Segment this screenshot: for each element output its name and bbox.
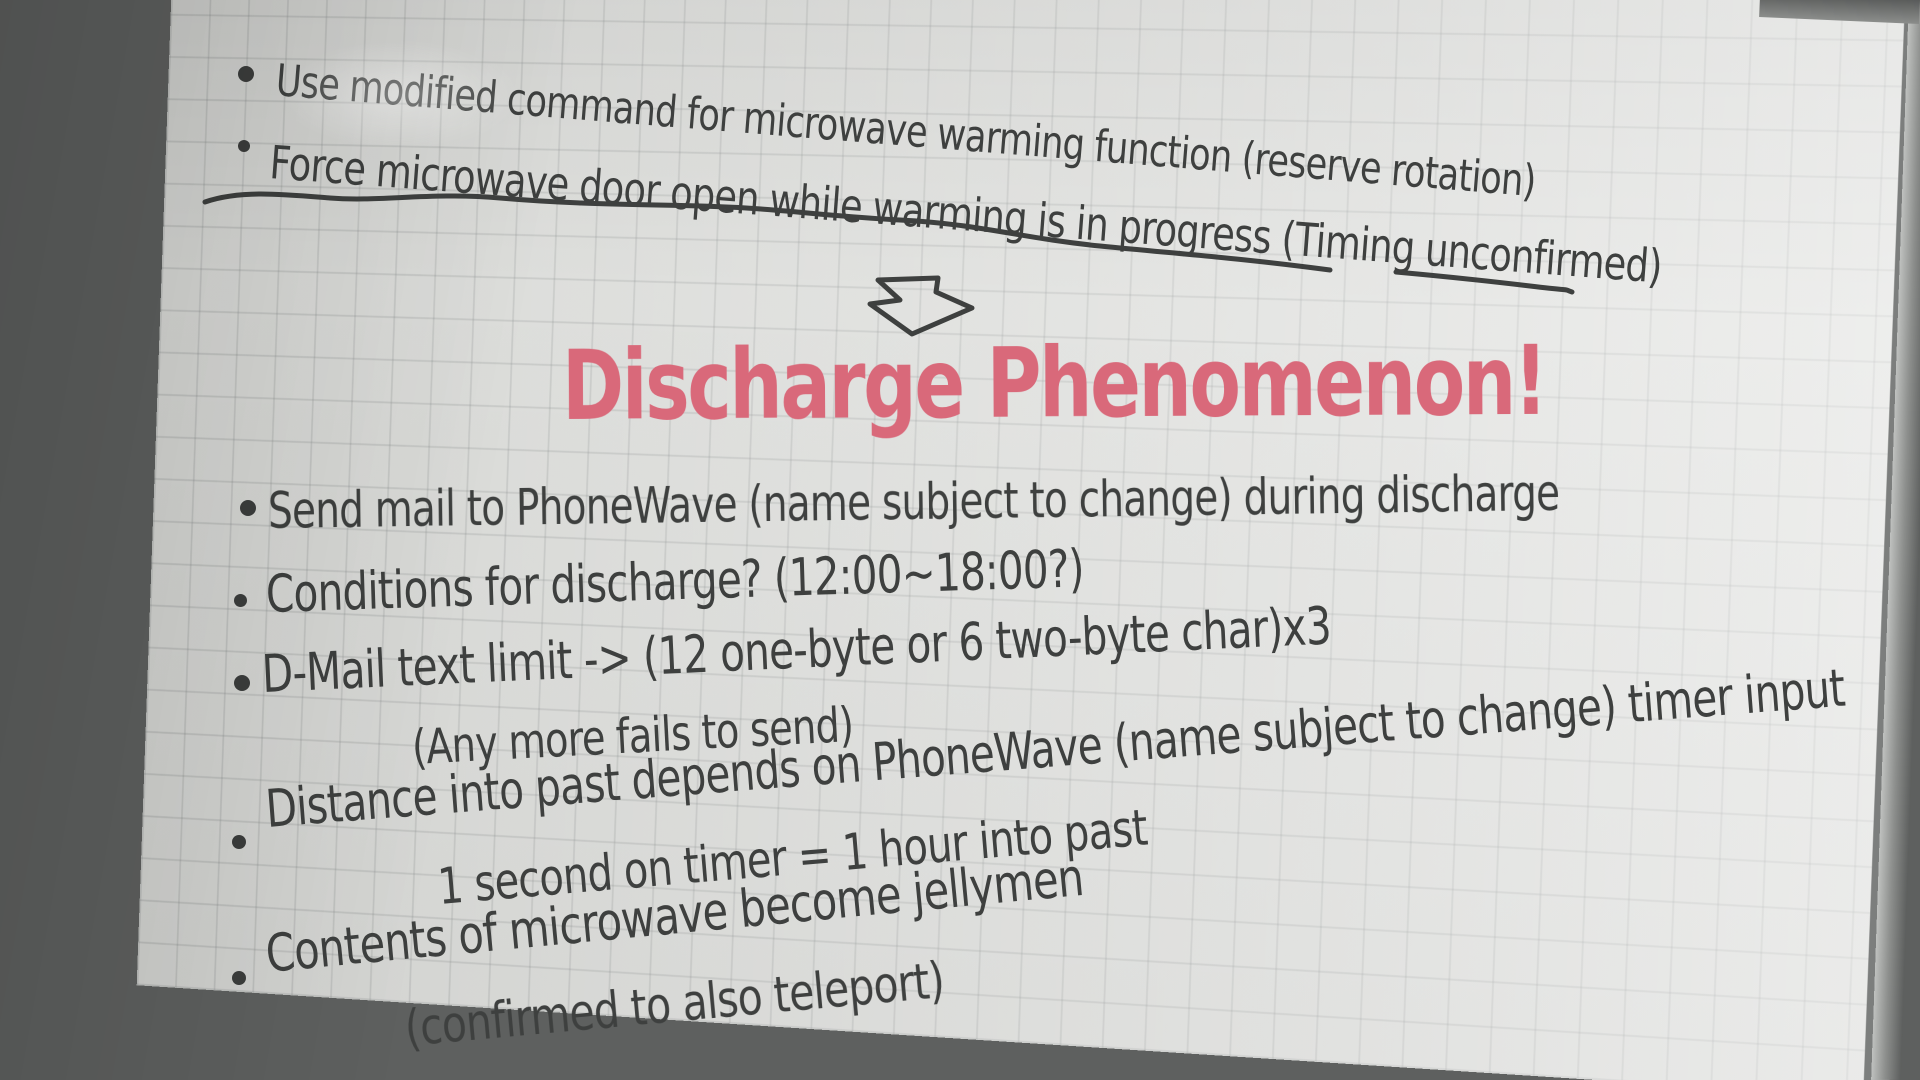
bullet-dot: [232, 971, 246, 985]
whiteboard-scene: Use modified command for microwave warmi…: [0, 0, 1920, 1080]
headline-discharge-phenomenon: Discharge Phenomenon!: [561, 324, 1546, 442]
bullet-dot: [238, 140, 250, 152]
bullet-dot: [232, 835, 246, 849]
bullet-dot: [234, 675, 250, 691]
bullet-dot: [238, 66, 254, 82]
bullet-dot: [234, 594, 247, 607]
bullet-dot: [240, 500, 256, 516]
